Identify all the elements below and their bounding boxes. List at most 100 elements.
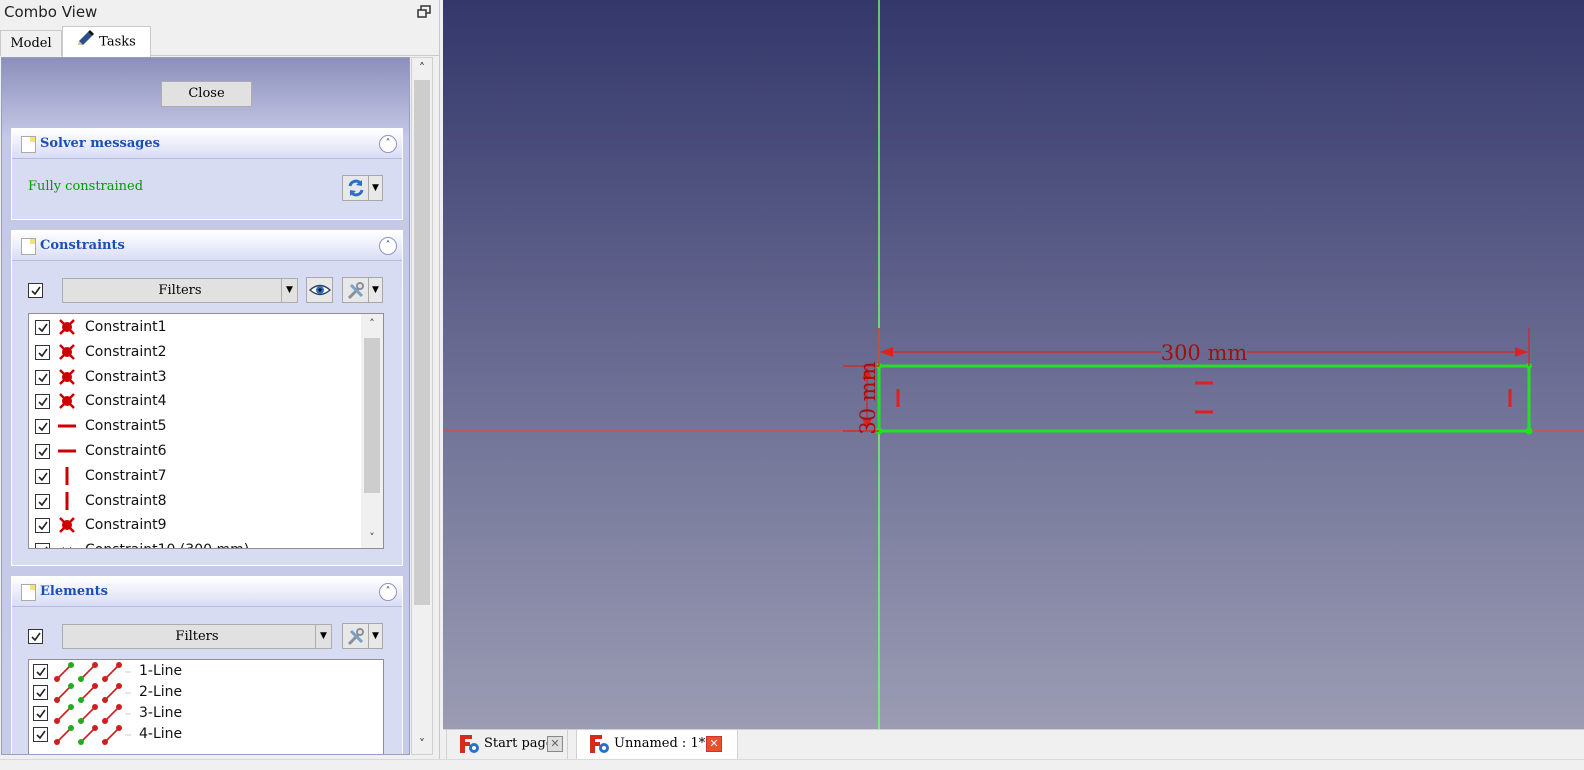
element-row[interactable]: 4-Line	[29, 724, 383, 745]
constraint-label: Constraint4	[85, 393, 167, 410]
elements-select-all-checkbox[interactable]	[28, 629, 43, 644]
task-panel-scrollbar[interactable]: ˄ ˅	[411, 57, 433, 755]
combo-tabs: Model Tasks	[0, 26, 440, 57]
constraint-checkbox[interactable]	[35, 369, 50, 385]
constraints-filter-label: Filters	[158, 283, 202, 298]
constraint-checkbox[interactable]	[35, 468, 50, 484]
constraint-label: Constraint1	[85, 319, 167, 335]
constraint-label: Constraint5	[85, 418, 167, 435]
constraint-checkbox[interactable]	[35, 444, 50, 459]
tab-model[interactable]: Model	[0, 30, 62, 56]
scroll-down-icon[interactable]: ˅	[361, 528, 383, 548]
tab-tasks-label: Tasks	[99, 34, 136, 50]
elements-header[interactable]: Elements ˄	[12, 577, 402, 607]
constraint-row[interactable]: Constraint7	[29, 464, 383, 488]
scroll-thumb[interactable]	[364, 338, 380, 493]
pencil-icon	[77, 27, 95, 57]
chevron-down-icon[interactable]: ▼	[368, 624, 382, 648]
coincident-icon	[57, 515, 77, 535]
combo-view-title: Combo View	[4, 3, 98, 21]
scroll-up-icon[interactable]: ˄	[361, 314, 383, 334]
eye-icon	[308, 281, 332, 303]
tools-icon	[346, 627, 366, 651]
scroll-up-icon[interactable]: ˄	[412, 58, 432, 78]
elements-section: Elements ˄ Filters ▼ ▼ 1-Line 2-Line 3-Lin…	[11, 576, 403, 754]
constraint-label: Constraint2	[85, 343, 167, 360]
solver-status-text: Fully constrained	[28, 179, 144, 194]
float-panel-icon[interactable]	[417, 5, 431, 18]
constraints-header[interactable]: Constraints ˄	[12, 231, 402, 261]
tab-tasks[interactable]: Tasks	[62, 26, 151, 57]
constraint-row[interactable]: Constraint3	[29, 365, 383, 389]
horizontal-icon	[57, 416, 77, 436]
element-row[interactable]: 2-Line	[29, 682, 383, 703]
refresh-icon	[346, 178, 366, 202]
constraints-select-all-checkbox[interactable]	[28, 283, 43, 298]
constraint-checkbox[interactable]	[35, 543, 50, 548]
close-tab-icon[interactable]: ✕	[706, 736, 722, 752]
refresh-settings-button[interactable]: ▼	[342, 175, 383, 201]
elements-filter-label: Filters	[175, 629, 219, 644]
coincident-icon	[57, 317, 77, 337]
constraint-row[interactable]: Constraint2	[29, 340, 383, 364]
constraint-row[interactable]: Constraint10 (300 mm)	[29, 538, 383, 548]
constraint-checkbox[interactable]	[35, 344, 50, 360]
coincident-icon	[57, 391, 77, 411]
constraint-checkbox[interactable]	[35, 394, 50, 410]
chevron-down-icon[interactable]: ▼	[368, 176, 382, 200]
constraint-row[interactable]: Constraint8	[29, 489, 383, 513]
constraints-list: Constraint1 Constraint2 Constraint3 Constra…	[28, 313, 384, 549]
element-settings-button[interactable]: ▼	[342, 623, 383, 649]
vertical-icon	[57, 466, 77, 486]
close-tab-icon[interactable]: ✕	[547, 736, 563, 752]
constraint-settings-button[interactable]: ▼	[342, 277, 383, 303]
elements-filter-select[interactable]: Filters ▼	[62, 624, 332, 649]
constraints-list-scrollbar[interactable]: ˄ ˅	[361, 314, 383, 548]
vertical-icon	[57, 491, 77, 511]
tab-unnamed[interactable]: Unnamed : 1* ✕	[576, 730, 738, 760]
dimension-arrow	[1515, 347, 1528, 357]
constraint-row[interactable]: Constraint4	[29, 389, 383, 413]
elements-list: 1-Line 2-Line 3-Line 4-Line	[28, 659, 384, 754]
collapse-icon[interactable]: ˄	[379, 135, 397, 153]
constraint-label: Constraint10 (300 mm)	[85, 538, 249, 548]
element-checkbox[interactable]	[33, 706, 48, 721]
solver-messages-header[interactable]: Solver messages ˄	[12, 129, 402, 159]
vertical-dimension-label: 30 mm	[856, 361, 880, 434]
horizontal-dimension-label: 300 mm	[1161, 341, 1248, 365]
constraint-row[interactable]: Constraint9	[29, 513, 383, 537]
chevron-down-icon[interactable]: ▼	[315, 625, 331, 648]
visibility-button[interactable]	[306, 277, 333, 303]
line-element-icon	[53, 662, 133, 682]
freecad-icon	[459, 734, 481, 754]
element-row[interactable]: 1-Line	[29, 661, 383, 682]
status-bar	[0, 759, 1584, 770]
collapse-icon[interactable]: ˄	[379, 237, 397, 255]
constraint-checkbox[interactable]	[35, 419, 50, 435]
elements-title: Elements	[40, 584, 108, 599]
line-element-icon	[53, 683, 133, 703]
element-row[interactable]: 3-Line	[29, 703, 383, 724]
constraint-row[interactable]: Constraint1	[29, 315, 383, 339]
constraints-filter-select[interactable]: Filters ▼	[62, 278, 298, 303]
constraints-title: Constraints	[40, 238, 125, 253]
distance-icon	[57, 540, 77, 548]
close-button[interactable]: Close	[161, 81, 252, 107]
element-checkbox[interactable]	[33, 727, 48, 742]
scroll-down-icon[interactable]: ˅	[412, 734, 432, 754]
element-checkbox[interactable]	[33, 664, 48, 679]
sketch-viewport[interactable]: 300 mm 30 mm	[443, 0, 1584, 729]
tab-model-label: Model	[10, 36, 52, 51]
scroll-thumb[interactable]	[414, 80, 430, 605]
constraint-label: Constraint8	[85, 492, 167, 509]
tab-start-page[interactable]: Start page ✕	[446, 730, 568, 760]
constraint-row[interactable]: Constraint6	[29, 439, 383, 463]
chevron-down-icon[interactable]: ▼	[368, 278, 382, 302]
chevron-down-icon[interactable]: ▼	[281, 279, 297, 302]
collapse-icon[interactable]: ˄	[379, 583, 397, 601]
constraint-checkbox[interactable]	[35, 518, 50, 534]
constraint-checkbox[interactable]	[35, 493, 50, 509]
constraint-checkbox[interactable]	[35, 320, 50, 335]
constraint-row[interactable]: Constraint5	[29, 414, 383, 438]
element-checkbox[interactable]	[33, 685, 48, 700]
